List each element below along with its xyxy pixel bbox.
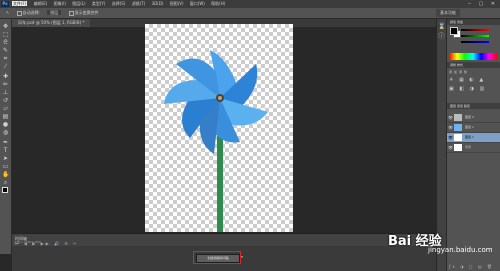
path-select-icon[interactable]: ➤ <box>2 155 9 162</box>
healing-icon[interactable]: ✚ <box>2 73 9 80</box>
watermark-url: jingyan.baidu.com <box>428 246 493 254</box>
workspace-switcher[interactable]: 基本功能 <box>436 9 460 17</box>
layer-thumbnail <box>454 144 462 151</box>
blue-slider[interactable] <box>461 41 489 43</box>
menu-select[interactable]: 选择(S) <box>112 1 126 6</box>
pinwheel-image <box>164 50 268 232</box>
canvas[interactable] <box>145 24 293 232</box>
layer-row[interactable]: 👁 背景 <box>447 143 500 153</box>
photoshop-logo: Ps <box>1 1 9 7</box>
adjustments-panel-tabs[interactable]: 调整 样式 <box>447 62 500 68</box>
show-transform-label: 显示变换控件 <box>74 10 99 15</box>
hand-icon[interactable]: ✋ <box>2 171 9 178</box>
layer-name: 图层 2 <box>465 115 474 119</box>
adjustments-panel: 调整 样式 添加调整 ☀ ▦ ◐ ▲ ▣ ◧ ◑ ▥ <box>447 62 500 102</box>
menu-layer[interactable]: 图层(L) <box>72 1 85 6</box>
eraser-icon[interactable]: ▱ <box>2 105 9 112</box>
menu-file[interactable]: 文件(F) <box>12 1 28 6</box>
color-panel-tabs[interactable]: 颜色 色板 <box>447 19 500 25</box>
foreground-background-swatch[interactable] <box>2 187 10 195</box>
properties-panel-icon[interactable]: ⓘ <box>438 33 445 40</box>
pinwheel-hub-center <box>218 96 222 100</box>
auto-select-checkbox[interactable]: 自动选择: <box>16 10 40 16</box>
menu-view[interactable]: 视图(V) <box>170 1 184 6</box>
menu-3d[interactable]: 3D(D) <box>152 1 164 6</box>
layer-row[interactable]: 👁 图层 1 <box>447 123 500 133</box>
blur-icon[interactable]: ● <box>2 121 9 128</box>
layer-row-selected[interactable]: 👁 图层 1 <box>447 133 500 143</box>
layer-row[interactable]: 👁 图层 2 <box>447 113 500 123</box>
options-bar: ↖ 自动选择: 图层 显示变换控件 <box>0 8 500 19</box>
zoom-icon[interactable]: ⌕ <box>2 179 9 186</box>
adjustment-icons-row-2[interactable]: ▣ ◧ ◑ ▥ <box>449 86 486 92</box>
type-icon[interactable]: T <box>2 147 9 154</box>
document-tab[interactable]: 风车.psd @ 50% (图层 1, RGB/8) * <box>12 19 91 27</box>
auto-select-target-dropdown[interactable]: 图层 <box>47 10 62 15</box>
layer-name: 图层 1 <box>465 125 474 129</box>
color-spectrum[interactable] <box>449 53 497 60</box>
menu-bar: Ps 文件(F) 编辑(E) 图像(I) 图层(L) 类型(Y) 选择(S) 滤… <box>0 0 500 8</box>
tools-panel: ✥ ⬚ ᘓ ✎ ⌗ ⁄ ✚ ✏ ⊥ ↺ ▱ ▤ ● ◍ ✒ T ➤ ▭ ✋ ⌕ <box>0 19 12 254</box>
history-brush-icon[interactable]: ↺ <box>2 97 9 104</box>
red-slider[interactable] <box>461 29 489 31</box>
color-panel: 颜色 色板 <box>447 19 500 62</box>
menu-filter[interactable]: 滤镜(T) <box>132 1 146 6</box>
gradient-icon[interactable]: ▤ <box>2 113 9 120</box>
window-controls[interactable]: ‒ ▢ ✕ <box>468 0 498 8</box>
crop-icon[interactable]: ⌗ <box>2 55 9 62</box>
visibility-eye-icon[interactable]: 👁 <box>448 113 453 122</box>
move-tool-icon[interactable]: ✥ <box>2 23 9 30</box>
quick-select-icon[interactable]: ✎ <box>2 47 9 54</box>
menu-items: 文件(F) 编辑(E) 图像(I) 图层(L) 类型(Y) 选择(S) 滤镜(T… <box>12 0 230 8</box>
timeline-panel-header: 时间轴 ⏮ ◀ ▶ ▶▶ 🔊 ⚙ ✂ <box>12 233 436 246</box>
adjustment-icons-row-1[interactable]: ☀ ▦ ◐ ▲ <box>449 77 485 83</box>
layer-name: 背景 <box>465 145 472 149</box>
menu-image[interactable]: 图像(I) <box>54 1 66 6</box>
menu-type[interactable]: 类型(Y) <box>92 1 106 6</box>
pen-icon[interactable]: ✒ <box>2 139 9 146</box>
layer-thumbnail <box>454 134 462 141</box>
layers-panel-tabs[interactable]: 图层 通道 路径 <box>447 103 500 109</box>
lasso-icon[interactable]: ᘓ <box>2 39 9 46</box>
menu-edit[interactable]: 编辑(E) <box>34 1 48 6</box>
menu-help[interactable]: 帮助(H) <box>211 1 225 6</box>
visibility-eye-icon[interactable]: 👁 <box>448 143 453 152</box>
dodge-icon[interactable]: ◍ <box>2 129 9 136</box>
adjustments-heading: 添加调整 <box>449 70 470 74</box>
baidu-jingyan-watermark: Bai 经验 jingyan.baidu.com <box>388 224 498 264</box>
layer-thumbnail <box>454 114 462 121</box>
foreground-color[interactable] <box>2 187 8 193</box>
layer-action-icons[interactable]: ƒx ◑ ▢ ▤ 🗑 <box>449 264 494 269</box>
green-slider[interactable] <box>461 35 489 37</box>
stamp-icon[interactable]: ⊥ <box>2 89 9 96</box>
document-status: 文档:1.25M/9.48M <box>14 240 41 244</box>
layer-name: 图层 1 <box>465 135 474 139</box>
layer-thumbnail <box>454 124 462 131</box>
brush-icon[interactable]: ✏ <box>2 81 9 88</box>
show-transform-checkbox[interactable]: 显示变换控件 <box>68 10 99 16</box>
auto-select-label: 自动选择: <box>22 10 40 15</box>
timeline-type-dropdown[interactable]: ▾ <box>241 254 243 259</box>
visibility-eye-icon[interactable]: 👁 <box>448 133 453 142</box>
marquee-icon[interactable]: ⬚ <box>2 31 9 38</box>
menu-window[interactable]: 窗口(W) <box>190 1 205 6</box>
visibility-eye-icon[interactable]: 👁 <box>448 123 453 132</box>
history-panel-icon[interactable]: ⌛ <box>438 23 445 30</box>
move-tool-icon[interactable]: ↖ <box>6 10 9 15</box>
shape-icon[interactable]: ▭ <box>2 163 9 170</box>
eyedropper-icon[interactable]: ⁄ <box>2 63 9 70</box>
fg-color-swatch[interactable] <box>450 27 458 35</box>
highlight-annotation <box>193 251 241 264</box>
